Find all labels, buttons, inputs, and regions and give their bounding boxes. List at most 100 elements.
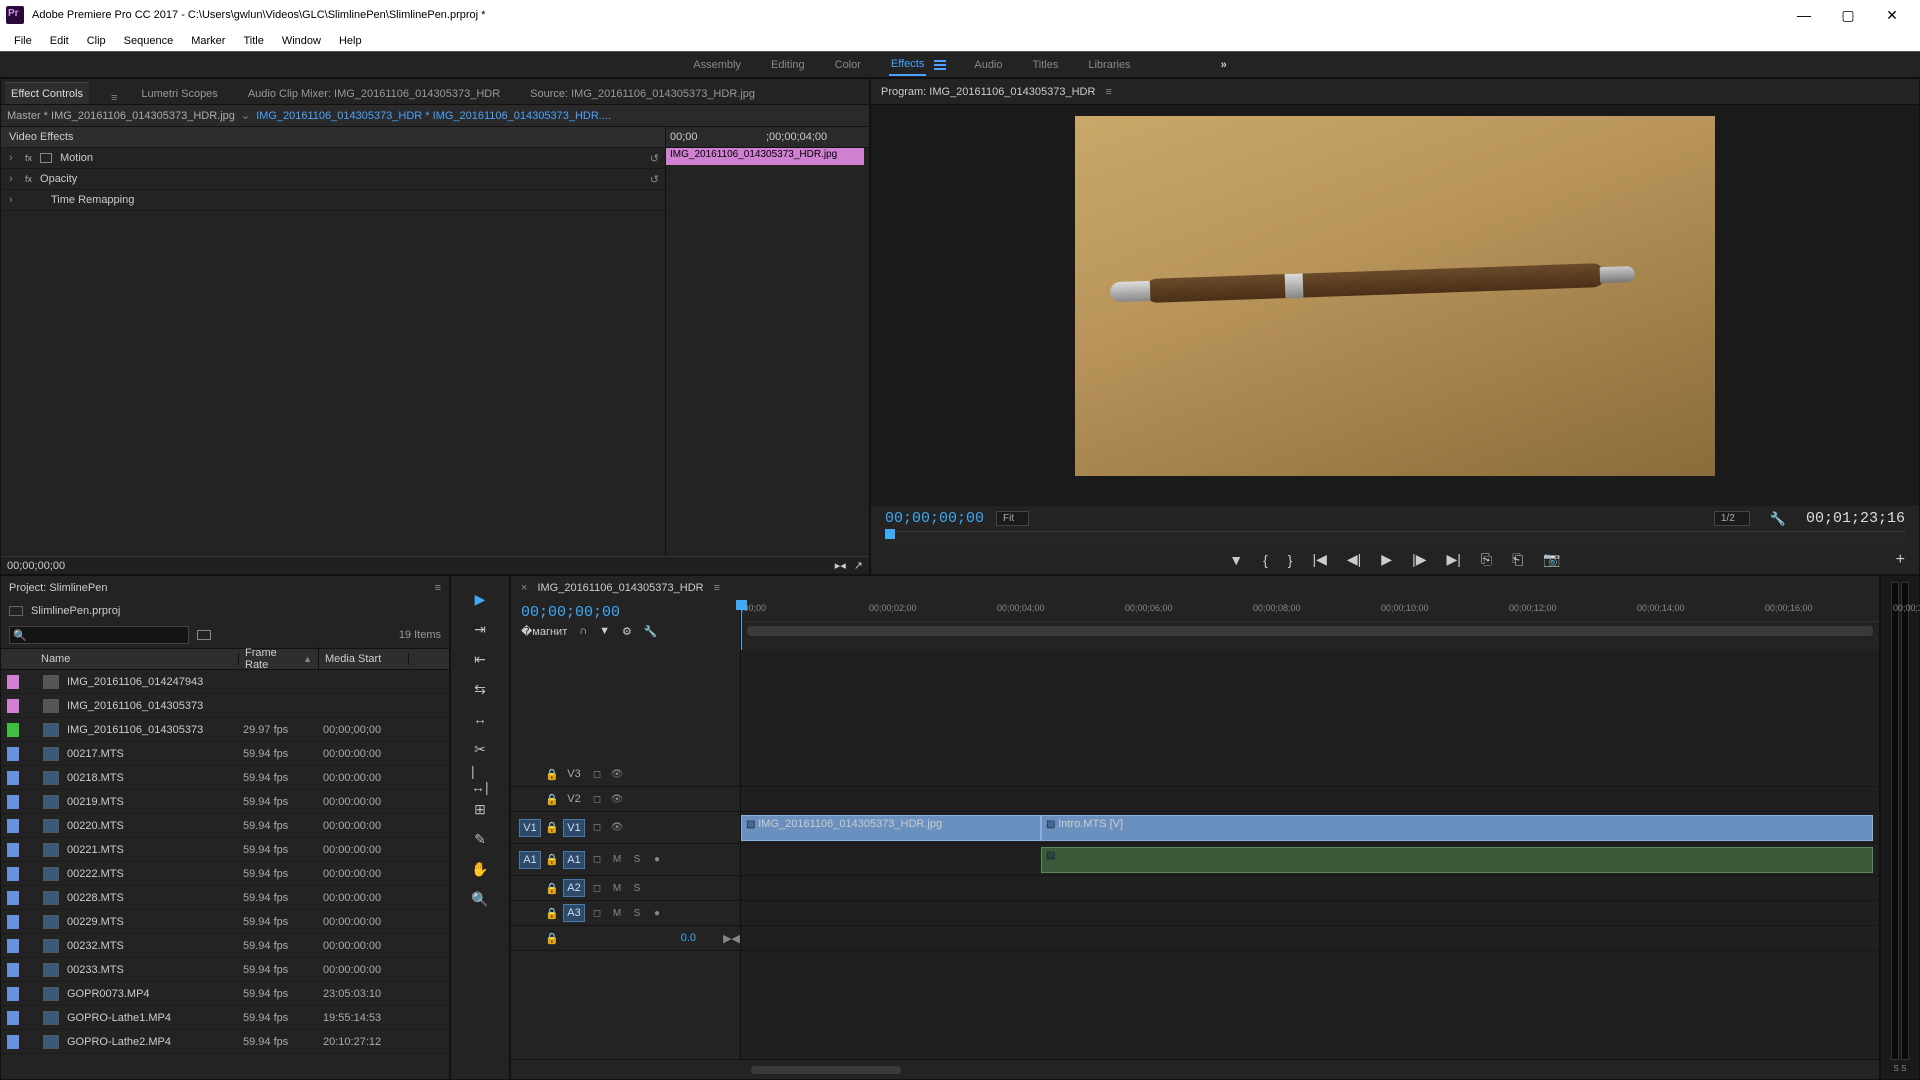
ec-export-icon[interactable]: ↗ xyxy=(854,559,863,572)
timeline-hscroll[interactable] xyxy=(741,1066,1879,1074)
project-row[interactable]: 00220.MTS59.94 fps00:00:00:00 xyxy=(1,814,449,838)
ws-titles[interactable]: Titles xyxy=(1031,55,1061,75)
audio-meters[interactable] xyxy=(1891,582,1909,1060)
chevron-down-icon[interactable]: ⌄ xyxy=(241,109,250,122)
go-to-out-button[interactable]: ▶| xyxy=(1446,551,1460,568)
label-swatch[interactable] xyxy=(7,675,19,689)
settings-icon[interactable]: 🔧 xyxy=(1770,511,1786,527)
menu-window[interactable]: Window xyxy=(274,33,329,49)
menu-marker[interactable]: Marker xyxy=(183,33,233,49)
menu-sequence[interactable]: Sequence xyxy=(116,33,182,49)
voice-record-icon[interactable]: ● xyxy=(649,908,665,919)
col-name[interactable]: Name xyxy=(1,653,239,665)
label-swatch[interactable] xyxy=(7,795,19,809)
track-header-v3[interactable]: 🔒 V3 ◻ 👁 xyxy=(511,762,740,787)
ws-menu-icon[interactable] xyxy=(934,60,946,70)
ws-color[interactable]: Color xyxy=(833,55,863,75)
project-row[interactable]: 00221.MTS59.94 fps00:00:00:00 xyxy=(1,838,449,862)
track-header-v1[interactable]: V1 🔒 V1 ◻ 👁 xyxy=(511,812,740,844)
ec-row-motion[interactable]: › fx Motion ↺ xyxy=(1,148,665,169)
pen-tool[interactable]: ✎ xyxy=(471,830,489,848)
track-v3[interactable] xyxy=(741,762,1879,787)
tl-settings-icon[interactable]: ⚙ xyxy=(622,625,632,638)
clip-intro-audio[interactable]: ▧ xyxy=(1041,847,1873,873)
project-row[interactable]: IMG_20161106_01430537329.97 fps00;00;00;… xyxy=(1,718,449,742)
program-timecode[interactable]: 00;00;00;00 xyxy=(885,510,984,527)
timeline-panel-menu-icon[interactable]: ≡ xyxy=(714,582,720,594)
label-swatch[interactable] xyxy=(7,699,19,713)
track-header-a1[interactable]: A1 🔒 A1 ◻ M S ● xyxy=(511,844,740,876)
project-row[interactable]: 00217.MTS59.94 fps00:00:00:00 xyxy=(1,742,449,766)
track-v2[interactable] xyxy=(741,787,1879,812)
menu-file[interactable]: File xyxy=(6,33,40,49)
label-swatch[interactable] xyxy=(7,819,19,833)
track-v1[interactable]: ▧ IMG_20161106_014305373_HDR.jpg ▧ Intro… xyxy=(741,812,1879,844)
motion-rect-icon[interactable] xyxy=(40,153,52,163)
ec-footer-timecode[interactable]: 00;00;00;00 xyxy=(7,560,65,572)
sequence-name[interactable]: IMG_20161106_014305373_HDR xyxy=(537,582,703,594)
fit-dropdown[interactable]: Fit xyxy=(996,511,1029,526)
timeline-ruler[interactable]: ;00;0000;00;02;0000;00;04;0000;00;06;000… xyxy=(741,600,1879,650)
source-patch-a1[interactable]: A1 xyxy=(519,851,541,869)
project-row[interactable]: 00218.MTS59.94 fps00:00:00:00 xyxy=(1,766,449,790)
solo-button[interactable]: S xyxy=(629,854,645,865)
sync-lock-icon[interactable]: ◻ xyxy=(589,822,605,833)
col-mediastart[interactable]: Media Start xyxy=(319,653,409,665)
project-row[interactable]: 00219.MTS59.94 fps00:00:00:00 xyxy=(1,790,449,814)
project-row[interactable]: 00228.MTS59.94 fps00:00:00:00 xyxy=(1,886,449,910)
zoom-tool[interactable]: 🔍 xyxy=(471,890,489,908)
rolling-edit-tool[interactable]: ⇆ xyxy=(471,680,489,698)
sync-lock-icon[interactable]: ◻ xyxy=(589,908,605,919)
sync-lock-icon[interactable]: ◻ xyxy=(589,794,605,805)
slip-tool[interactable]: |↔| xyxy=(471,770,489,788)
button-editor-icon[interactable]: + xyxy=(1896,551,1905,569)
track-header-master[interactable]: 🔒 0.0 ▶◀ xyxy=(511,926,740,951)
track-target-v1[interactable]: V1 xyxy=(563,819,585,837)
ws-editing[interactable]: Editing xyxy=(769,55,807,75)
label-swatch[interactable] xyxy=(7,915,19,929)
ws-libraries[interactable]: Libraries xyxy=(1086,55,1132,75)
lock-icon[interactable]: 🔒 xyxy=(545,907,559,920)
step-back-button[interactable]: ◀| xyxy=(1347,551,1361,568)
label-swatch[interactable] xyxy=(7,843,19,857)
track-target-a2[interactable]: A2 xyxy=(563,879,585,897)
reset-icon[interactable]: ↺ xyxy=(650,173,659,186)
label-swatch[interactable] xyxy=(7,771,19,785)
track-target-a3[interactable]: A3 xyxy=(563,904,585,922)
lock-icon[interactable]: 🔒 xyxy=(545,932,559,945)
ec-panel-menu-icon[interactable]: ≡ xyxy=(111,92,117,104)
eye-icon[interactable]: 👁 xyxy=(609,794,625,805)
sync-lock-icon[interactable]: ◻ xyxy=(589,883,605,894)
menu-clip[interactable]: Clip xyxy=(79,33,114,49)
track-target-a1[interactable]: A1 xyxy=(563,851,585,869)
solo-button[interactable]: S xyxy=(629,908,645,919)
mark-out-button[interactable]: } xyxy=(1288,552,1293,568)
tab-source-monitor[interactable]: Source: IMG_20161106_014305373_HDR.jpg xyxy=(524,83,761,104)
project-row[interactable]: 00229.MTS59.94 fps00:00:00:00 xyxy=(1,910,449,934)
label-swatch[interactable] xyxy=(7,891,19,905)
expand-icon[interactable]: › xyxy=(9,194,17,206)
project-row[interactable]: 00232.MTS59.94 fps00:00:00:00 xyxy=(1,934,449,958)
mark-in-button[interactable]: { xyxy=(1263,552,1268,568)
program-panel-menu-icon[interactable]: ≡ xyxy=(1105,86,1111,98)
lift-button[interactable]: ⎘ xyxy=(1481,551,1492,568)
fx-badge[interactable]: fx xyxy=(25,153,32,163)
step-forward-button[interactable]: |▶ xyxy=(1412,551,1426,568)
label-swatch[interactable] xyxy=(7,1011,19,1025)
menu-edit[interactable]: Edit xyxy=(42,33,77,49)
track-header-v2[interactable]: 🔒 V2 ◻ 👁 xyxy=(511,787,740,812)
tab-lumetri-scopes[interactable]: Lumetri Scopes xyxy=(135,83,223,104)
clip-intro-video[interactable]: ▧ Intro.MTS [V] xyxy=(1041,815,1873,841)
project-search-input[interactable] xyxy=(9,626,189,644)
extract-button[interactable]: ⎗ xyxy=(1512,551,1523,568)
project-row[interactable]: IMG_20161106_014247943 xyxy=(1,670,449,694)
timeline-timecode[interactable]: 00;00;00;00 xyxy=(521,604,730,621)
hand-tool[interactable]: ✋ xyxy=(471,860,489,878)
track-a1[interactable]: ▧ xyxy=(741,844,1879,876)
track-target-v3[interactable]: V3 xyxy=(563,766,585,782)
mute-button[interactable]: M xyxy=(609,854,625,865)
tab-close-icon[interactable]: × xyxy=(521,582,527,594)
voice-record-icon[interactable]: ● xyxy=(649,854,665,865)
add-marker-icon[interactable]: ▼ xyxy=(599,625,610,638)
add-marker-button[interactable]: ▼ xyxy=(1229,552,1243,568)
